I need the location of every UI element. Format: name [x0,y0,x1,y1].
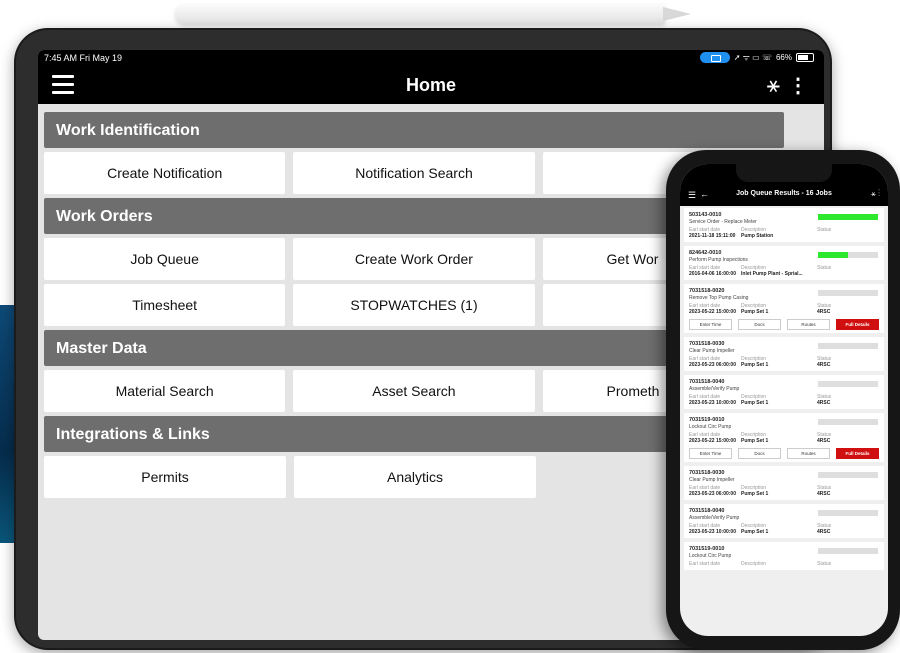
routes-button[interactable]: Routes [787,319,830,330]
job-progress-bar [818,343,878,349]
job-start-date: 2023-05-23 06:00:00 [689,491,736,497]
job-field-values: 2023-05-23 10:00:00 Pump Set 1 4RSC [689,400,879,406]
status-indicators: ➚ ᯤ ▭ ☏ 66% [699,52,814,63]
start-date-label: Earl start date [689,561,721,567]
job-field-values: 2023-05-22 15:00:00 Pump Set 1 4RSC [689,309,879,315]
phone-notch [736,164,832,182]
job-progress-fill [818,214,878,220]
docs-button[interactable]: Docs [738,448,781,459]
status-label: Status [817,227,832,233]
job-status: 4RSC [817,362,831,368]
screen-mirror-icon [699,52,730,63]
job-start-date: 2021-11-18 15:11:00 [689,233,736,239]
job-start-date: 2016-04-06 16:00:00 [689,271,736,277]
enter-time-button[interactable]: Enter Time [689,448,732,459]
more-options-icon[interactable]: ⋮ [788,73,808,98]
analytics-button[interactable]: Analytics [294,456,536,498]
full-details-button[interactable]: Full Details [836,319,879,330]
job-card[interactable]: 503143-0010 Service Order - Replace Meter… [684,208,884,242]
full-details-button[interactable]: Full Details [836,448,879,459]
job-status: 4RSC [817,491,831,497]
phone-app-header: ☰ ← Job Queue Results - 16 Jobs ⚹ ⋮ [680,184,888,206]
create-notification-button[interactable]: Create Notification [44,152,286,194]
job-progress-bar [818,214,878,220]
job-progress-bar [818,548,878,554]
notification-search-button[interactable]: Notification Search [293,152,535,194]
job-card[interactable]: 7031518-0040 Assemble/Verify Pump Earl sta… [684,375,884,409]
job-card[interactable]: 7031519-0010 Lockout Circ Pump Earl start … [684,542,884,570]
app-header: Home ⚹ ⋮ [38,66,824,104]
job-location: Pump Set 1 [741,400,769,406]
routes-button[interactable]: Routes [787,448,830,459]
device-mockup-stage: 7:45 AM Fri May 19 ➚ ᯤ ▭ ☏ 66% Home ⚹ ⋮ … [0,0,900,653]
create-work-order-button[interactable]: Create Work Order [293,238,535,280]
phone-more-icon[interactable]: ⚹ ⋮ [871,189,880,199]
job-field-values: 2021-11-18 15:11:00 Pump Station [689,233,879,239]
job-location: Pump Set 1 [741,309,769,315]
job-card[interactable]: 7031518-0030 Clear Pump Impeller Earl star… [684,466,884,500]
job-status: 4RSC [817,309,831,315]
battery-icon [796,53,814,62]
stopwatches-button[interactable]: STOPWATCHES (1) [293,284,535,326]
job-progress-bar [818,381,878,387]
timesheet-button[interactable]: Timesheet [44,284,286,326]
job-progress-bar [818,252,878,258]
job-progress-bar [818,419,878,425]
job-status: 4RSC [817,438,831,444]
phone-screen: ☰ ← Job Queue Results - 16 Jobs ⚹ ⋮ 5031… [680,164,888,636]
job-field-values: 2023-05-23 06:00:00 Pump Set 1 4RSC [689,491,879,497]
battery-percent: 66% [775,53,792,62]
job-actions: Enter Time Docs Routes Full Details [689,448,879,459]
wifi-icon: ➚ ᯤ ▭ ☏ [733,53,772,62]
job-card[interactable]: 7031518-0040 Assemble/Verify Pump Earl sta… [684,504,884,538]
job-field-values: 2023-05-23 10:00:00 Pump Set 1 4RSC [689,529,879,535]
job-progress-bar [818,472,878,478]
job-location: Pump Station [741,233,774,239]
job-location: Inlet Pump Plant - Sprial... [741,271,803,277]
job-start-date: 2023-05-22 15:00:00 [689,438,736,444]
job-location: Pump Set 1 [741,491,769,497]
job-progress-bar [818,290,878,296]
offline-sync-icon[interactable]: ⚹ [767,72,780,98]
section-header-work-identification: Work Identification [44,112,784,148]
material-search-button[interactable]: Material Search [44,370,286,412]
job-actions: Enter Time Docs Routes Full Details [689,319,879,330]
job-progress-fill [818,252,848,258]
job-field-values: 2023-05-22 15:00:00 Pump Set 1 4RSC [689,438,879,444]
job-start-date: 2023-05-23 10:00:00 [689,529,736,535]
job-location: Pump Set 1 [741,529,769,535]
status-label: Status [817,561,832,567]
job-status: 4RSC [817,529,831,535]
phone-page-title: Job Queue Results - 16 Jobs [736,190,832,197]
job-progress-bar [818,510,878,516]
enter-time-button[interactable]: Enter Time [689,319,732,330]
description-label: Description [741,561,767,567]
job-start-date: 2023-05-23 06:00:00 [689,362,736,368]
job-card[interactable]: 824642-0010 Perform Pump Inspections Earl … [684,246,884,280]
job-location: Pump Set 1 [741,362,769,368]
job-field-labels: Earl start date Description Status [689,561,879,567]
job-field-values: 2016-04-06 16:00:00 Inlet Pump Plant - Sp… [689,271,879,277]
job-queue-list: 503143-0010 Service Order - Replace Meter… [680,208,888,574]
job-start-date: 2023-05-23 10:00:00 [689,400,736,406]
status-bar: 7:45 AM Fri May 19 ➚ ᯤ ▭ ☏ 66% [38,50,824,66]
job-location: Pump Set 1 [741,438,769,444]
docs-button[interactable]: Docs [738,319,781,330]
status-label: Status [817,265,832,271]
job-field-values: 2023-05-23 06:00:00 Pump Set 1 4RSC [689,362,879,368]
job-status: 4RSC [817,400,831,406]
job-start-date: 2023-05-22 15:00:00 [689,309,736,315]
page-title: Home [405,75,456,95]
job-card[interactable]: 7031519-0010 Lockout Circ Pump Earl start … [684,413,884,462]
job-queue-button[interactable]: Job Queue [44,238,286,280]
phone-device: ☰ ← Job Queue Results - 16 Jobs ⚹ ⋮ 5031… [666,150,900,650]
stylus-image [175,4,691,24]
status-time: 7:45 AM Fri May 19 [44,53,123,63]
job-card[interactable]: 7031518-0030 Clear Pump Impeller Earl star… [684,337,884,371]
job-card[interactable]: 7031518-0020 Remove Top Pump Casing Earl s… [684,284,884,333]
permits-button[interactable]: Permits [44,456,286,498]
asset-search-button[interactable]: Asset Search [293,370,535,412]
